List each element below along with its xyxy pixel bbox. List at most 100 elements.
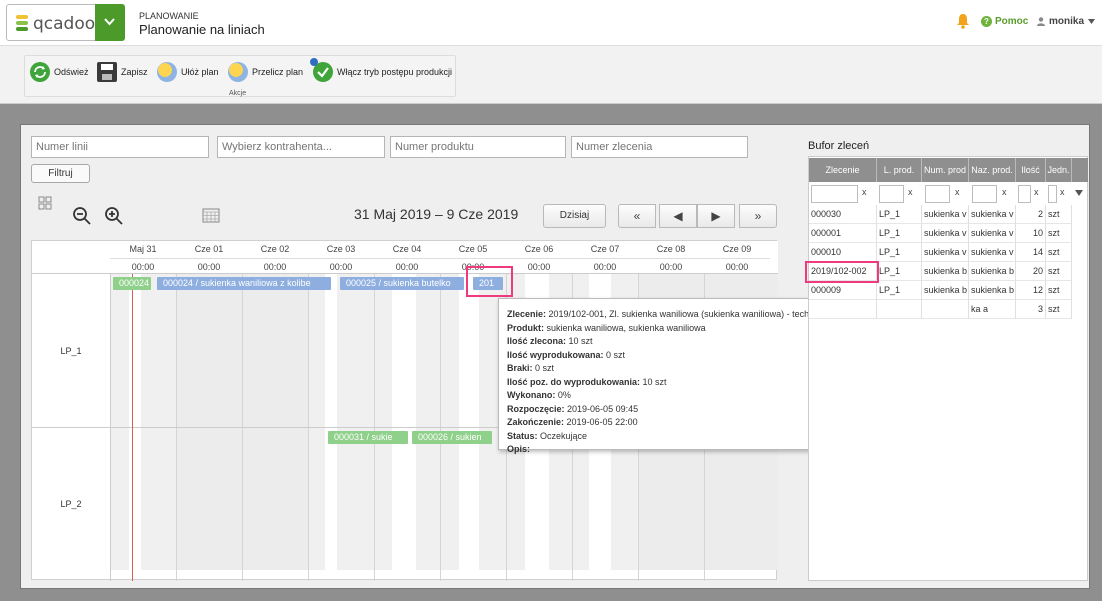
day-divider	[374, 241, 375, 581]
buffer-cell[interactable]: 000009	[809, 281, 877, 300]
prev-button[interactable]: ◀	[659, 204, 697, 228]
contractor-input[interactable]	[217, 136, 385, 158]
buffer-cell[interactable]: 000030	[809, 205, 877, 224]
last-page-button[interactable]: »	[739, 204, 777, 228]
collapse-icon[interactable]	[38, 196, 52, 210]
clear-filter-button[interactable]: x	[862, 187, 867, 197]
order-filter-input[interactable]	[811, 185, 858, 203]
line-filter-input[interactable]	[879, 185, 904, 203]
progress-mode-label: Włącz tryb postępu produkcji	[337, 67, 453, 77]
buffer-cell[interactable]	[809, 300, 877, 319]
column-header-quantity[interactable]: Ilość	[1016, 158, 1046, 182]
clear-filter-button[interactable]: x	[908, 187, 913, 197]
progress-mode-button[interactable]: Włącz tryb postępu produkcji	[310, 58, 453, 82]
buffer-cell[interactable]: sukienka b	[969, 281, 1016, 300]
buffer-cell[interactable]: sukienka v	[969, 243, 1016, 262]
column-header-product-name[interactable]: Naz. prod.	[969, 158, 1016, 182]
buffer-cell[interactable]: szt	[1046, 281, 1072, 300]
clear-filter-button[interactable]: x	[955, 187, 960, 197]
save-button[interactable]: Zapisz	[97, 62, 148, 82]
buffer-cell[interactable]	[922, 300, 969, 319]
buffer-cell[interactable]: LP_1	[877, 243, 922, 262]
zoom-out-icon[interactable]	[72, 206, 92, 226]
buffer-cell[interactable]: sukienka b	[922, 281, 969, 300]
arrange-plan-icon	[157, 62, 177, 82]
day-stripe	[459, 274, 479, 570]
buffer-cell[interactable]: sukienka b	[969, 262, 1016, 281]
today-button[interactable]: Dzisiaj	[543, 204, 606, 228]
buffer-cell[interactable]: 20	[1016, 262, 1046, 281]
order-number-input[interactable]	[571, 136, 748, 158]
buffer-cell[interactable]: 10	[1016, 224, 1046, 243]
refresh-button[interactable]: Odśwież	[30, 62, 89, 82]
unit-filter-input[interactable]	[1048, 185, 1057, 203]
buffer-cell[interactable]: sukienka v	[922, 205, 969, 224]
save-icon	[97, 62, 117, 82]
refresh-icon	[30, 62, 50, 82]
buffer-cell[interactable]: szt	[1046, 205, 1072, 224]
buffer-cell[interactable]: sukienka v	[922, 224, 969, 243]
bell-icon[interactable]	[956, 13, 970, 29]
quantity-filter-input[interactable]	[1018, 185, 1031, 203]
recalculate-plan-label: Przelicz plan	[252, 67, 304, 77]
day-divider	[440, 241, 441, 581]
clear-filter-button[interactable]: x	[1002, 187, 1007, 197]
first-page-button[interactable]: «	[618, 204, 656, 228]
zoom-in-icon[interactable]	[104, 206, 124, 226]
buffer-cell[interactable]: 000001	[809, 224, 877, 243]
calendar-icon[interactable]	[202, 207, 220, 223]
product-name-filter-input[interactable]	[972, 185, 997, 203]
day-header: Cze 02	[260, 244, 290, 254]
day-stripe	[325, 274, 337, 570]
help-label: Pomoc	[995, 16, 1029, 27]
next-button[interactable]: ▶	[697, 204, 735, 228]
clear-filter-button[interactable]: x	[1034, 187, 1039, 197]
help-link[interactable]: ? Pomoc	[981, 16, 1028, 27]
app-logo[interactable]: qcadoo	[6, 4, 125, 41]
clear-filter-button[interactable]: x	[1060, 187, 1065, 197]
buffer-cell[interactable]: sukienka v	[922, 243, 969, 262]
chevron-down-icon[interactable]	[1075, 190, 1083, 196]
chevron-down-icon	[1088, 19, 1096, 24]
product-number-filter-input[interactable]	[925, 185, 950, 203]
column-header-product-number[interactable]: Num. prod	[922, 158, 969, 182]
column-header-order[interactable]: Zlecenie	[809, 158, 877, 182]
buffer-cell[interactable]: 000010	[809, 243, 877, 262]
buffer-cell[interactable]: szt	[1046, 224, 1072, 243]
buffer-cell[interactable]: 2	[1016, 205, 1046, 224]
buffer-cell[interactable]: LP_1	[877, 224, 922, 243]
user-menu[interactable]: monika	[1037, 16, 1096, 27]
buffer-cell[interactable]: LP_1	[877, 205, 922, 224]
filter-button[interactable]: Filtruj	[31, 164, 90, 183]
order-bar[interactable]: 000026 / sukien	[412, 431, 492, 444]
buffer-cell[interactable]: LP_1	[877, 262, 922, 281]
order-bar[interactable]: 000025 / sukienka butelko	[340, 277, 464, 290]
arrange-plan-button[interactable]: Ułóż plan	[157, 62, 219, 82]
buffer-cell[interactable]: szt	[1046, 262, 1072, 281]
time-header: 00:00	[638, 258, 704, 274]
breadcrumb-section: PLANOWANIE	[139, 11, 199, 21]
buffer-cell[interactable]: szt	[1046, 300, 1072, 319]
buffer-cell[interactable]: sukienka b	[922, 262, 969, 281]
day-header: Cze 05	[458, 244, 488, 254]
buffer-cell[interactable]: 12	[1016, 281, 1046, 300]
buffer-cell[interactable]: sukienka v	[969, 224, 1016, 243]
product-number-input[interactable]	[390, 136, 566, 158]
top-bar: qcadoo PLANOWANIE Planowanie na liniach …	[0, 0, 1102, 46]
buffer-cell[interactable]: 14	[1016, 243, 1046, 262]
order-bar[interactable]: 000024 / sukienka waniliowa z kolibe	[157, 277, 331, 290]
buffer-cell[interactable]: ka a	[969, 300, 1016, 319]
buffer-title: Bufor zleceń	[808, 140, 870, 152]
order-bar[interactable]: 000024	[113, 277, 151, 290]
buffer-cell[interactable]	[877, 300, 922, 319]
buffer-cell[interactable]: sukienka v	[969, 205, 1016, 224]
order-bar[interactable]: 000031 / sukie	[328, 431, 408, 444]
buffer-cell[interactable]: 3	[1016, 300, 1046, 319]
menu-toggle-button[interactable]	[95, 4, 125, 41]
buffer-cell[interactable]: LP_1	[877, 281, 922, 300]
buffer-cell[interactable]: szt	[1046, 243, 1072, 262]
recalculate-plan-button[interactable]: Przelicz plan	[228, 62, 303, 82]
column-header-unit[interactable]: Jedn.	[1046, 158, 1072, 182]
column-header-line[interactable]: L. prod.	[877, 158, 922, 182]
line-number-input[interactable]	[31, 136, 209, 158]
